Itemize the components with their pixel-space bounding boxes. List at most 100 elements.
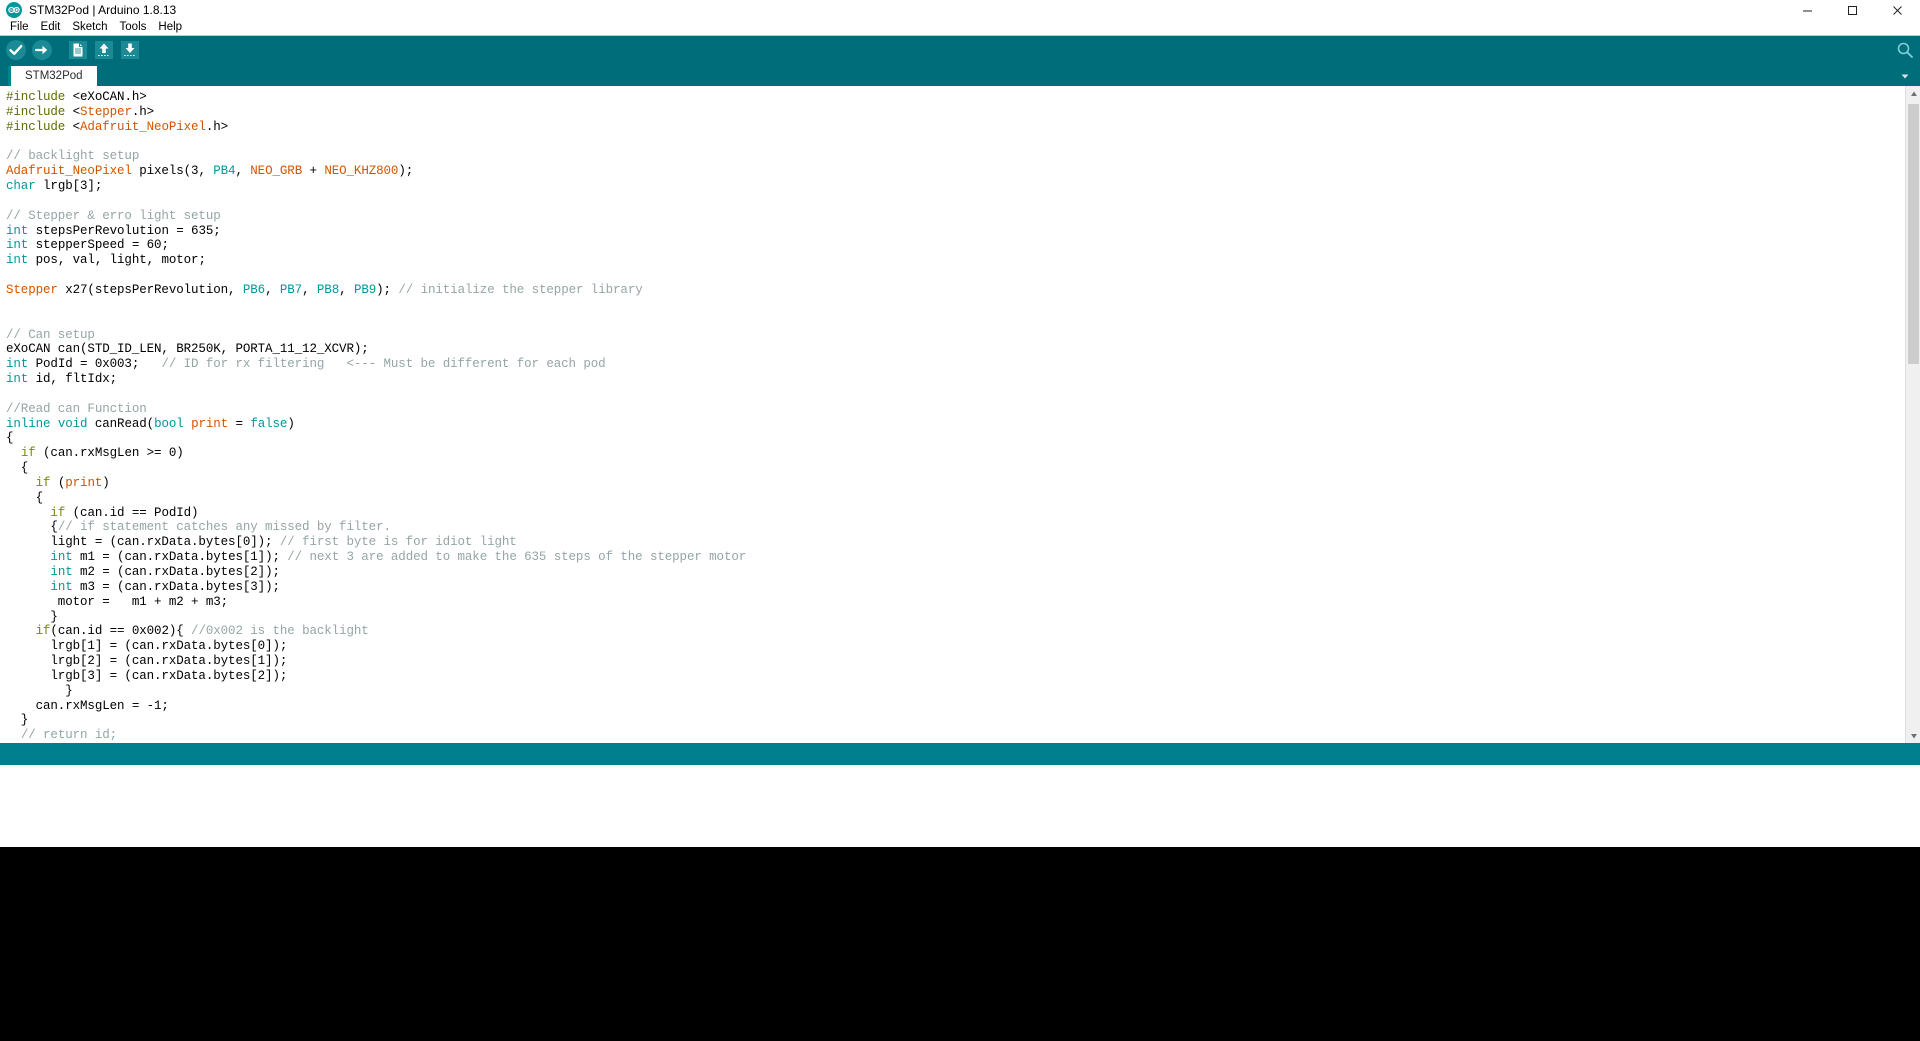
code-token: // backlight setup — [6, 149, 140, 164]
menu-tools[interactable]: Tools — [114, 20, 153, 35]
code-token: char — [6, 179, 36, 194]
code-token: eXoCAN — [80, 90, 125, 104]
code-token: PB8 — [316, 282, 340, 297]
code-token: // if statement catches any missed by fi… — [57, 520, 391, 535]
code-line: motor = m1 + m2 + m3; — [6, 595, 1905, 610]
save-button[interactable] — [118, 38, 142, 62]
code-line: int PodId = 0x003; // ID for rx filterin… — [6, 357, 1905, 372]
code-text[interactable]: #include <eXoCAN.h> #include <Stepper.h> #… — [0, 86, 1905, 743]
scroll-up-icon[interactable] — [1906, 86, 1920, 101]
toolbar — [0, 36, 1920, 64]
code-token: < — [72, 119, 81, 134]
tab-bar: STM32Pod — [0, 64, 1920, 86]
code-token: m1 = (can.rxData.bytes[1]); — [72, 550, 288, 565]
scroll-down-icon[interactable] — [1906, 728, 1920, 743]
code-token: if — [35, 475, 51, 490]
editor-vertical-scrollbar[interactable] — [1905, 86, 1920, 743]
code-line: int pos, val, light, motor; — [6, 253, 1905, 268]
code-token: + — [302, 164, 325, 179]
menu-sketch[interactable]: Sketch — [66, 20, 113, 35]
code-token: < — [72, 90, 81, 104]
code-token: = — [228, 416, 251, 431]
code-line: char lrgb[3]; — [6, 179, 1905, 194]
code-token: false — [250, 416, 288, 431]
code-token: motor = m1 + m2 + m3; — [6, 594, 229, 609]
code-editor[interactable]: #include <eXoCAN.h> #include <Stepper.h> #… — [0, 86, 1920, 743]
code-line: { — [6, 491, 1905, 506]
code-token: #include — [6, 90, 73, 104]
code-line: int stepperSpeed = 60; — [6, 238, 1905, 253]
arduino-infinity-icon — [6, 2, 22, 18]
code-line: light = (can.rxData.bytes[0]); // first … — [6, 535, 1905, 550]
window-controls — [1785, 0, 1920, 20]
code-line: int m3 = (can.rxData.bytes[3]); — [6, 580, 1905, 595]
code-token: int — [6, 357, 29, 372]
code-token: // first byte is for idiot light — [279, 535, 517, 550]
code-token: stepsPerRevolution = 635; — [28, 223, 221, 238]
code-line: { — [6, 461, 1905, 476]
code-line: #include <Stepper.h> — [6, 105, 1905, 120]
code-token: canRead( — [87, 416, 155, 431]
menu-file[interactable]: File — [4, 20, 35, 35]
code-token: bool — [154, 416, 184, 431]
code-line: int m1 = (can.rxData.bytes[1]); // next … — [6, 550, 1905, 565]
code-token: lrgb[1] = (can.rxData.bytes[0]); — [6, 639, 288, 654]
upload-button[interactable] — [30, 38, 54, 62]
code-token: (can.id == 0x002){ — [50, 624, 192, 639]
code-token: //Read can Function — [6, 401, 147, 416]
new-button[interactable] — [66, 38, 90, 62]
code-token: ); — [376, 282, 399, 297]
minimize-icon[interactable] — [1785, 0, 1830, 20]
code-token: PB4 — [213, 164, 236, 179]
code-token: Adafruit_NeoPixel — [80, 119, 206, 134]
code-line: // Can setup — [6, 328, 1905, 343]
code-token: stepperSpeed = 60; — [28, 238, 169, 253]
code-token: print — [65, 475, 103, 490]
code-line: int id, fltIdx; — [6, 372, 1905, 387]
code-line: //Read can Function — [6, 402, 1905, 417]
close-icon[interactable] — [1875, 0, 1920, 20]
code-token: id, fltIdx; — [28, 372, 118, 387]
serial-monitor-button[interactable] — [1896, 36, 1914, 64]
scroll-thumb[interactable] — [1908, 104, 1919, 364]
code-line: {// if statement catches any missed by f… — [6, 520, 1905, 535]
code-token: x27(stepsPerRevolution, — [57, 282, 243, 297]
code-token: inline — [6, 416, 51, 431]
code-token: lrgb[3]; — [35, 179, 103, 194]
chevron-down-icon[interactable] — [1898, 69, 1912, 83]
menu-help[interactable]: Help — [152, 20, 188, 35]
code-line: #include <eXoCAN.h> — [6, 90, 1905, 105]
code-line: { — [6, 431, 1905, 446]
open-button[interactable] — [92, 38, 116, 62]
title-bar: STM32Pod | Arduino 1.8.13 — [0, 0, 1920, 20]
verify-button[interactable] — [4, 38, 28, 62]
menu-edit[interactable]: Edit — [35, 20, 67, 35]
maximize-icon[interactable] — [1830, 0, 1875, 20]
code-token: #include — [6, 104, 73, 119]
code-token: Stepper — [80, 104, 132, 119]
code-token: ); — [398, 164, 414, 179]
code-token: if — [50, 505, 66, 520]
code-token: int — [6, 223, 29, 238]
code-line: if (can.id == PodId) — [6, 506, 1905, 521]
code-line: #include <Adafruit_NeoPixel.h> — [6, 120, 1905, 135]
code-token: // Stepper & erro light setup — [6, 208, 221, 223]
code-token: // next 3 are added to make the 635 step… — [287, 550, 747, 565]
code-token: .h> — [124, 90, 147, 104]
code-token: pixels(3, — [131, 164, 214, 179]
code-token: print — [191, 416, 229, 431]
code-line: Stepper x27(stepsPerRevolution, PB6, PB7… — [6, 283, 1905, 298]
code-token: int — [50, 565, 73, 579]
code-token: PB9 — [353, 282, 377, 297]
code-token: can.rxMsgLen = -1; — [6, 698, 169, 713]
tab-stm32pod[interactable]: STM32Pod — [8, 66, 97, 86]
code-token: ( — [50, 475, 66, 490]
